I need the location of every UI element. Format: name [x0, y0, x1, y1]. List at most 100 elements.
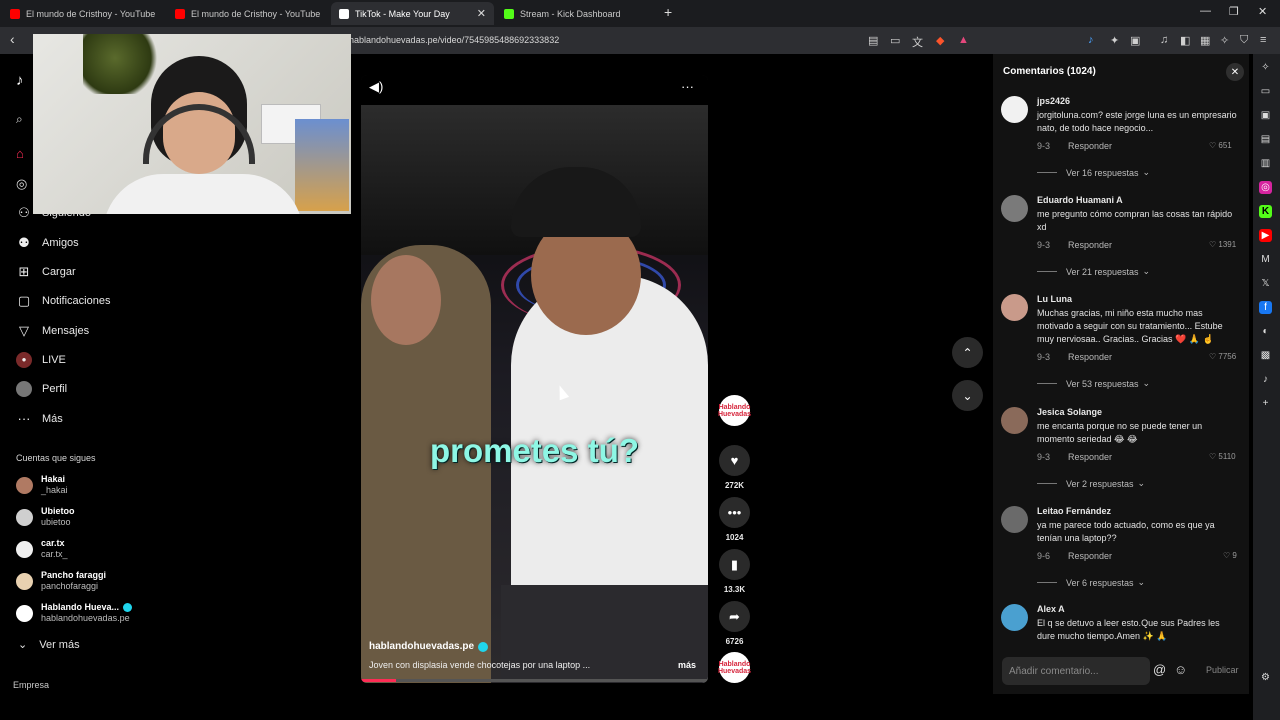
browser-tab[interactable]: El mundo de Cristhoy - YouTube [2, 2, 165, 25]
tiktok-icon[interactable]: ♪ [1259, 373, 1272, 386]
instagram-icon[interactable]: ◎ [1259, 181, 1272, 194]
menu-icon[interactable]: ≡ [1260, 34, 1266, 46]
followed-account[interactable]: Hablando Hueva... hablandohuevadas.pe [16, 602, 133, 624]
publish-button[interactable]: Publicar [1206, 665, 1239, 675]
save-action[interactable]: ▮ 13.3K [719, 549, 750, 594]
video-player[interactable]: ◀) ··· prometes tú? hablandohuevadas.pe … [361, 75, 708, 683]
close-tab-icon[interactable]: ✕ [477, 7, 486, 20]
translate-icon[interactable]: 文 [912, 34, 923, 50]
like-action[interactable]: ♥ 272K [719, 445, 750, 490]
tiktok-logo-icon[interactable]: ♪ [16, 72, 24, 89]
playlist-icon[interactable]: ▭ [1259, 85, 1272, 98]
share-icon[interactable]: ➦ [719, 601, 750, 632]
new-tab-icon[interactable]: + [664, 4, 672, 20]
nav-item-friends[interactable]: ⚉ Amigos [16, 235, 79, 251]
followed-account[interactable]: Pancho faraggi panchofaraggi [16, 570, 106, 592]
avatar[interactable] [1001, 195, 1028, 222]
back-icon[interactable]: ‹ [10, 31, 15, 47]
comment-user[interactable]: Lu Luna [1037, 294, 1072, 304]
restore-icon[interactable]: ❐ [1229, 5, 1239, 18]
rewards-icon[interactable]: ▲ [958, 34, 969, 46]
app-icon[interactable]: ◐ [1259, 325, 1272, 338]
mention-icon[interactable]: @ [1153, 662, 1166, 677]
window-close-icon[interactable]: ✕ [1258, 5, 1267, 18]
settings-icon[interactable]: ⚙ [1259, 671, 1272, 684]
heart-icon[interactable]: ♥ [719, 445, 750, 476]
display-icon[interactable]: ▭ [890, 34, 900, 47]
mixcloud-icon[interactable]: M [1259, 253, 1272, 266]
share-action[interactable]: ➦ 6726 [719, 601, 750, 646]
nav-item-profile[interactable]: Perfil [16, 381, 67, 397]
reply-button[interactable]: Responder [1068, 240, 1112, 250]
previous-video-button[interactable]: ⌃ [952, 337, 983, 368]
search-icon[interactable]: ⌕ [16, 112, 23, 127]
comment-like[interactable]: ♡ 5110 [1209, 452, 1236, 461]
sound-avatar[interactable]: Hablando Huevadas [718, 652, 751, 683]
view-replies-button[interactable]: Ver 2 respuestas ⌄ [1037, 478, 1145, 489]
followed-account[interactable]: Ubietoo ubietoo [16, 506, 75, 528]
wallet-icon[interactable]: ▣ [1259, 109, 1272, 122]
browser-tab-active[interactable]: TikTok - Make Your Day ✕ [331, 2, 494, 25]
avatar[interactable] [1001, 604, 1028, 631]
avatar[interactable] [1001, 407, 1028, 434]
company-link[interactable]: Empresa [13, 680, 49, 690]
brave-shield-icon[interactable]: ◆ [936, 34, 944, 47]
followed-account[interactable]: Hakai _hakai [16, 474, 68, 496]
avatar[interactable] [1001, 96, 1028, 123]
url-field[interactable]: hablandohuevadas.pe/video/75459854886923… [349, 35, 559, 45]
view-replies-button[interactable]: Ver 53 respuestas ⌄ [1037, 378, 1150, 389]
nav-item-upload[interactable]: ⊞ Cargar [16, 264, 76, 280]
comment-input[interactable] [1002, 657, 1112, 685]
music-icon[interactable]: ♫ [1160, 34, 1168, 46]
home-icon[interactable]: ⌂ [16, 146, 24, 161]
followed-account[interactable]: car.tx car.tx_ [16, 538, 68, 560]
comment-user[interactable]: Jesica Solange [1037, 407, 1102, 417]
screenshot-icon[interactable]: ▣ [1130, 34, 1140, 47]
video-more-button[interactable]: más [678, 660, 696, 670]
x-icon[interactable]: 𝕏 [1259, 277, 1272, 290]
youtube-icon[interactable]: ▶ [1259, 229, 1272, 242]
reading-list-icon[interactable]: ▥ [1259, 157, 1272, 170]
reply-button[interactable]: Responder [1068, 551, 1112, 561]
comment-like[interactable]: ♡ 651 [1209, 141, 1232, 150]
leo-ai-icon[interactable]: ✧ [1259, 61, 1272, 74]
view-replies-button[interactable]: Ver 16 respuestas ⌄ [1037, 167, 1150, 178]
extensions-icon[interactable]: ✦ [1110, 34, 1119, 47]
browser-tab[interactable]: Stream - Kick Dashboard [496, 2, 659, 25]
vpn-icon[interactable]: ⛉ [1240, 34, 1248, 47]
comment-user[interactable]: Eduardo Huamani A [1037, 195, 1123, 205]
nav-item-more[interactable]: ··· Más [16, 411, 63, 426]
comment-action[interactable]: ••• 1024 [719, 497, 750, 542]
minimize-icon[interactable]: — [1200, 5, 1211, 17]
comment-user[interactable]: jps2426 [1037, 96, 1070, 106]
reader-icon[interactable]: ▤ [868, 34, 878, 47]
nav-item-notifications[interactable]: ▢ Notificaciones [16, 293, 111, 309]
add-panel-icon[interactable]: + [1259, 397, 1272, 410]
add-comment-box[interactable]: @ ☺ [1002, 657, 1187, 685]
audio-icon[interactable]: ♪ [1088, 34, 1094, 46]
volume-icon[interactable]: ◀) [369, 79, 383, 95]
next-video-button[interactable]: ⌄ [952, 380, 983, 411]
comment-like[interactable]: ♡ 1391 [1209, 240, 1236, 249]
comment-like[interactable]: ♡ 7756 [1209, 352, 1236, 361]
creator-avatar[interactable]: Hablando Huevadas [718, 395, 751, 426]
wallet-icon[interactable]: ▦ [1200, 34, 1210, 47]
avatar[interactable] [1001, 506, 1028, 533]
close-comments-button[interactable]: ✕ [1226, 63, 1244, 81]
comment-user[interactable]: Alex A [1037, 604, 1065, 614]
browser-tab[interactable]: El mundo de Cristhoy - YouTube [167, 2, 330, 25]
nav-item-messages[interactable]: ▽ Mensajes [16, 323, 89, 339]
avatar[interactable] [1001, 294, 1028, 321]
video-author[interactable]: hablandohuevadas.pe [369, 641, 489, 652]
reply-button[interactable]: Responder [1068, 452, 1112, 462]
explore-icon[interactable]: ◎ [16, 176, 27, 192]
bookmarks-icon[interactable]: ▤ [1259, 133, 1272, 146]
view-replies-button[interactable]: Ver 21 respuestas ⌄ [1037, 266, 1150, 277]
view-replies-button[interactable]: Ver 6 respuestas ⌄ [1037, 577, 1145, 588]
video-progress-bar[interactable] [361, 679, 708, 682]
sidebar-toggle-icon[interactable]: ◧ [1180, 34, 1190, 47]
emoji-icon[interactable]: ☺ [1174, 662, 1187, 677]
reply-button[interactable]: Responder [1068, 141, 1112, 151]
nav-item-live[interactable]: ● LIVE [16, 352, 66, 368]
reply-button[interactable]: Responder [1068, 352, 1112, 362]
